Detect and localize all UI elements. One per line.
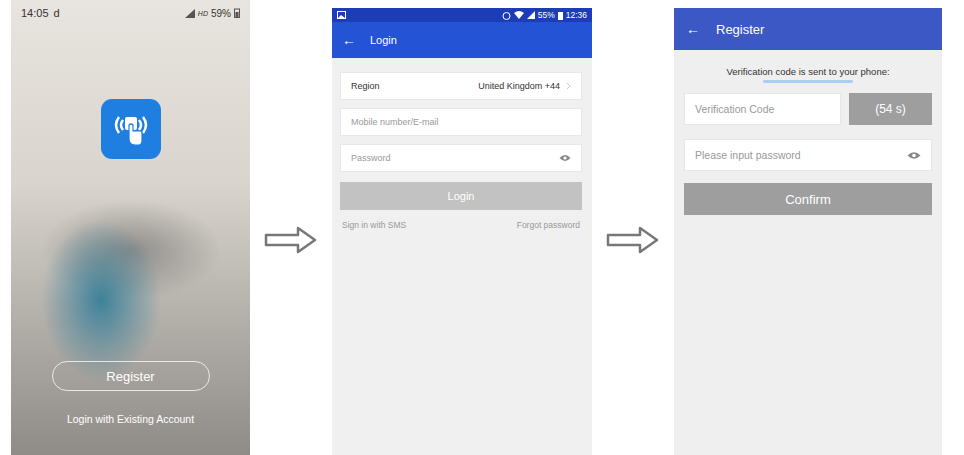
- next-arrow-icon: [592, 225, 674, 255]
- placeholder: Please input password: [695, 149, 801, 161]
- tutorial-page: 14:05 d HD 59% Register Login with Exist…: [0, 0, 964, 455]
- input-field[interactable]: Password: [340, 144, 582, 172]
- text-link[interactable]: Forgot password: [517, 220, 580, 230]
- wifi-icon: [514, 11, 524, 19]
- signal-icon: [527, 11, 535, 19]
- confirm-button[interactable]: Confirm: [684, 183, 932, 215]
- links-row: Sign in with SMS Forgot password: [340, 220, 582, 230]
- register-button[interactable]: Register: [52, 361, 210, 391]
- resend-countdown-button[interactable]: (54 s): [849, 93, 932, 125]
- next-arrow-icon: [250, 225, 332, 255]
- image-icon: [337, 11, 346, 19]
- battery-icon: [558, 11, 563, 20]
- status-indicator: d: [54, 7, 60, 19]
- battery-icon: [234, 8, 240, 18]
- code-row: Verification Code (54 s): [684, 93, 932, 125]
- header: ← Login: [332, 22, 592, 58]
- register-screen: ← Register Verification code is sent to …: [674, 8, 942, 455]
- verification-notice: Verification code is sent to your phone:: [684, 66, 932, 77]
- register-form: Verification code is sent to your phone:…: [674, 50, 942, 215]
- app-logo-icon: [101, 99, 161, 159]
- region-value: United Kingdom +44: [478, 81, 560, 91]
- header-title: Login: [370, 34, 397, 46]
- input-field[interactable]: Mobile number/E-mail: [340, 108, 582, 136]
- password-input[interactable]: Please input password: [684, 139, 932, 171]
- verification-code-input[interactable]: Verification Code: [684, 93, 841, 125]
- placeholder: Verification Code: [695, 103, 774, 115]
- login-existing-link[interactable]: Login with Existing Account: [67, 413, 194, 425]
- login-screen: 55% 12:36 ← Login Region United Kingdom …: [332, 8, 592, 455]
- status-bar: 55% 12:36: [332, 8, 592, 22]
- status-bar: 14:05 d HD 59%: [11, 0, 250, 21]
- region-selector[interactable]: Region United Kingdom +44: [340, 72, 582, 100]
- text-link[interactable]: Sign in with SMS: [342, 220, 406, 230]
- status-time: 14:05: [21, 7, 49, 19]
- signal-icon: [185, 9, 195, 18]
- network-type: HD: [198, 10, 208, 17]
- region-label: Region: [351, 81, 380, 91]
- header: ← Register: [674, 8, 942, 50]
- chevron-icon: [566, 82, 571, 90]
- back-button[interactable]: ←: [342, 32, 356, 48]
- placeholder: Mobile number/E-mail: [351, 117, 439, 127]
- placeholder: Password: [351, 153, 391, 163]
- splash-screen: 14:05 d HD 59% Register Login with Exist…: [11, 0, 250, 455]
- alarm-icon: [502, 11, 511, 20]
- battery-level: 55%: [538, 10, 555, 20]
- battery-level: 59%: [211, 8, 231, 19]
- eye-icon[interactable]: [907, 151, 921, 160]
- login-form: Region United Kingdom +44 Mobile number/…: [332, 58, 592, 230]
- back-button[interactable]: ←: [686, 21, 700, 37]
- status-time: 12:36: [566, 10, 587, 20]
- header-title: Register: [716, 22, 764, 37]
- eye-icon[interactable]: [559, 154, 571, 162]
- login-button[interactable]: Login: [340, 182, 582, 210]
- masked-phone-number: [763, 80, 853, 83]
